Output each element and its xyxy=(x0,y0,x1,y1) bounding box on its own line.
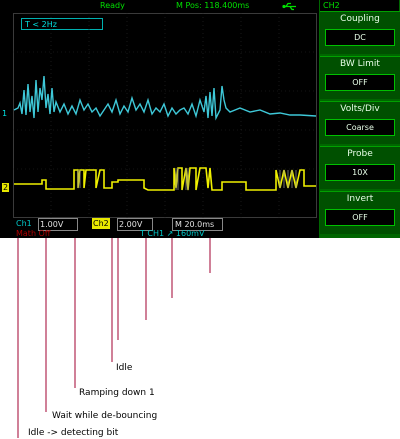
annotation-ramping-down: Ramping down 1 xyxy=(79,388,155,398)
annotation-debouncing: Wait while de-bouncing xyxy=(52,411,158,421)
annotation-detecting-bit: Idle -> detecting bit xyxy=(28,428,119,438)
annotation-lines xyxy=(17,238,211,438)
annotation-idle: Idle xyxy=(116,363,133,373)
